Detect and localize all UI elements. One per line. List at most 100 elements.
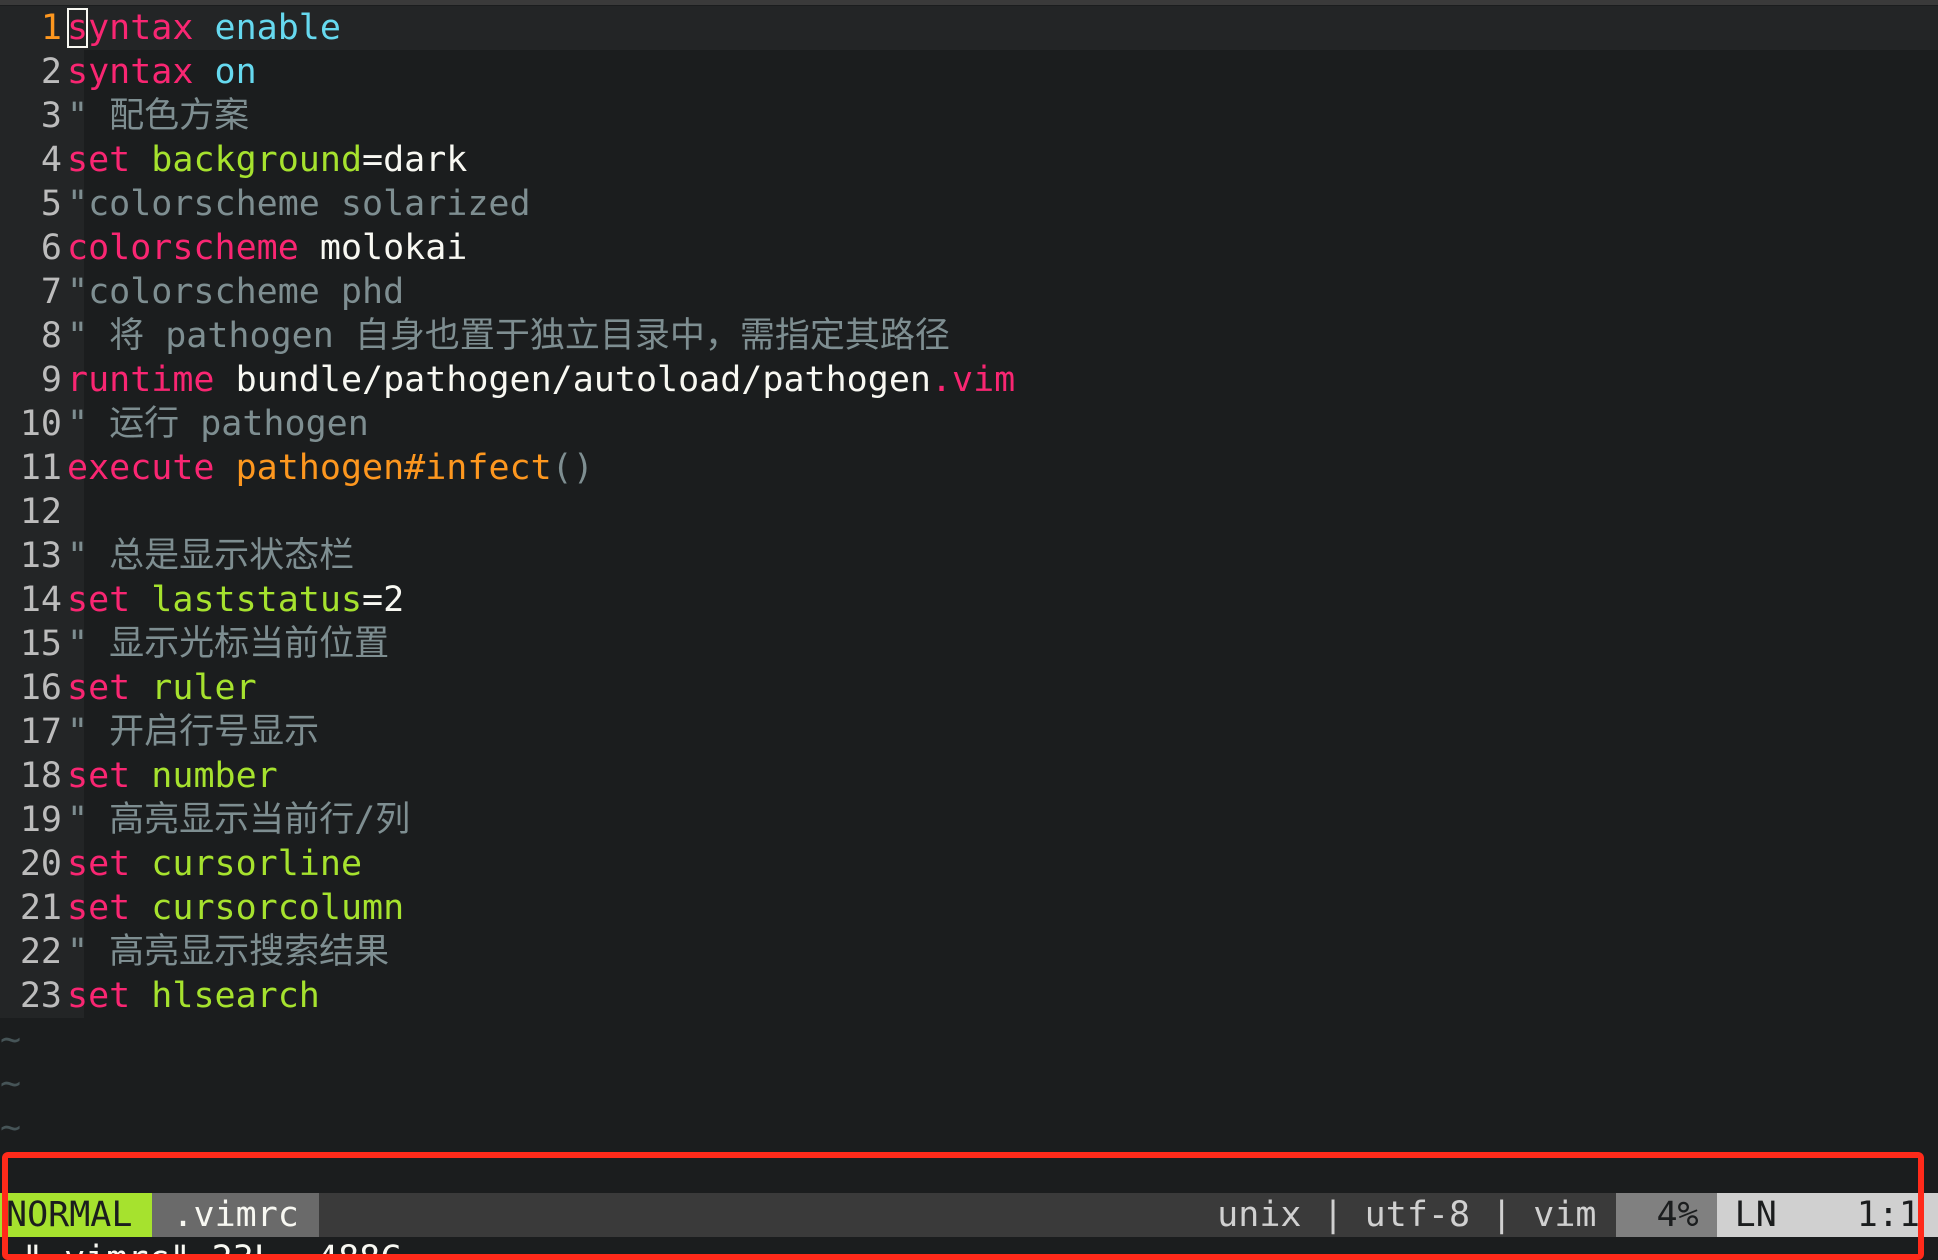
code-token: cursorcolumn (151, 888, 405, 928)
code-token: set (67, 888, 131, 928)
code-line[interactable]: 12 (0, 490, 1938, 534)
empty-buffer-line: ~ (0, 1064, 22, 1104)
code-token: molokai (298, 228, 468, 268)
cursor-position: LN 1:1 (1716, 1193, 1938, 1237)
code-token: set (67, 580, 131, 620)
line-content: set laststatus=2 (67, 578, 404, 622)
code-token: cursorline (151, 844, 363, 884)
line-content: "colorscheme phd (67, 270, 404, 314)
line-content: set number (67, 754, 278, 798)
line-content: set cursorcolumn (67, 886, 404, 930)
code-token: hlsearch (151, 976, 320, 1016)
empty-buffer-line: ~ (0, 1020, 22, 1060)
line-content: set ruler (67, 666, 257, 710)
line-content: execute pathogen#infect() (67, 446, 594, 490)
line-content: runtime bundle/pathogen/autoload/pathoge… (67, 358, 1015, 402)
line-content: " 将 pathogen 自身也置于独立目录中，需指定其路径 (67, 314, 950, 358)
line-content: set background=dark (67, 138, 467, 182)
code-token: ruler (151, 668, 257, 708)
code-line[interactable]: 14 set laststatus=2 (0, 578, 1938, 622)
code-token: "colorscheme solarized (67, 184, 531, 224)
line-content: set hlsearch (67, 974, 320, 1018)
code-line[interactable]: 20 set cursorline (0, 842, 1938, 886)
code-line[interactable]: 6 colorscheme molokai (0, 226, 1938, 270)
code-line[interactable]: 18 set number (0, 754, 1938, 798)
command-line[interactable]: ".vimrc" 23L, 488C (0, 1237, 1938, 1260)
empty-buffer-line: ~ (0, 1108, 22, 1148)
code-line[interactable]: 16 set ruler (0, 666, 1938, 710)
code-line[interactable]: 21 set cursorcolumn (0, 886, 1938, 930)
line-content: " 配色方案 (67, 94, 249, 138)
code-token: colorscheme (67, 228, 299, 268)
code-token: set (67, 756, 131, 796)
code-line[interactable]: 9 runtime bundle/pathogen/autoload/pathog… (0, 358, 1938, 402)
line-number: 12 (0, 490, 84, 534)
ln-label: LN (1734, 1195, 1777, 1235)
position-value: 1:1 (1856, 1195, 1920, 1235)
code-token: set (67, 844, 131, 884)
file-info: unix | utf-8 | vim (1197, 1193, 1617, 1237)
scroll-percent: 4% (1616, 1193, 1717, 1237)
line-content: set cursorline (67, 842, 362, 886)
window-top-border (0, 0, 1938, 5)
code-token: pathogen#infect (235, 448, 552, 488)
code-token: syntax (67, 8, 194, 48)
code-line[interactable]: 15 " 显示光标当前位置 (0, 622, 1938, 666)
code-token: () (551, 448, 594, 488)
line-content: syntax on (67, 50, 257, 94)
code-token: background (151, 140, 363, 180)
code-token: set (67, 668, 131, 708)
line-content: colorscheme molokai (67, 226, 467, 270)
code-token: execute (67, 448, 215, 488)
code-token: syntax (67, 52, 194, 92)
code-token: " 高亮显示搜索结果 (67, 932, 390, 972)
code-token: " 显示光标当前位置 (67, 624, 390, 664)
line-content: " 显示光标当前位置 (67, 622, 389, 666)
code-token: number (151, 756, 278, 796)
code-line[interactable]: 22 " 高亮显示搜索结果 (0, 930, 1938, 974)
code-token: =dark (362, 140, 468, 180)
code-token: set (67, 140, 131, 180)
code-line[interactable]: 19 " 高亮显示当前行/列 (0, 798, 1938, 842)
status-spacer (318, 1193, 1198, 1237)
code-line[interactable]: 3 " 配色方案 (0, 94, 1938, 138)
code-token: "colorscheme phd (67, 272, 405, 312)
code-line[interactable]: 5 "colorscheme solarized (0, 182, 1938, 226)
code-line[interactable]: 11 execute pathogen#infect() (0, 446, 1938, 490)
mode-indicator: NORMAL (0, 1193, 153, 1237)
code-line[interactable]: 10 " 运行 pathogen (0, 402, 1938, 446)
editor-buffer[interactable]: 1 syntax enable 2 syntax on 3 " 配色方案 4 set back… (0, 6, 1938, 1150)
status-bar: NORMAL .vimrc unix | utf-8 | vim 4% LN 1… (0, 1193, 1938, 1237)
code-token: " 高亮显示当前行/列 (67, 800, 411, 840)
code-line[interactable]: 17 " 开启行号显示 (0, 710, 1938, 754)
filename-label: .vimrc (152, 1193, 319, 1237)
code-line[interactable]: 7 "colorscheme phd (0, 270, 1938, 314)
code-token: " 将 pathogen 自身也置于独立目录中，需指定其路径 (67, 316, 950, 356)
code-token: " 运行 pathogen (67, 404, 369, 444)
code-token: bundle/pathogen/autoload/pathogen (214, 360, 931, 400)
code-line[interactable]: 4 set background=dark (0, 138, 1938, 182)
code-token: laststatus (151, 580, 363, 620)
code-token: runtime (67, 360, 215, 400)
code-token: " 开启行号显示 (67, 712, 320, 752)
code-token: .vim (930, 360, 1016, 400)
code-line[interactable]: 13 " 总是显示状态栏 (0, 534, 1938, 578)
code-token: set (67, 976, 131, 1016)
code-token: " 总是显示状态栏 (67, 536, 355, 576)
code-line[interactable]: 2 syntax on (0, 50, 1938, 94)
code-token: enable (214, 8, 341, 48)
code-line[interactable]: 1 syntax enable (0, 6, 1938, 50)
code-line[interactable]: 23 set hlsearch (0, 974, 1938, 1018)
code-token: " 配色方案 (67, 96, 250, 136)
line-content: "colorscheme solarized (67, 182, 531, 226)
line-content: " 高亮显示当前行/列 (67, 798, 410, 842)
code-line[interactable]: 8 " 将 pathogen 自身也置于独立目录中，需指定其路径 (0, 314, 1938, 358)
code-token: on (214, 52, 257, 92)
